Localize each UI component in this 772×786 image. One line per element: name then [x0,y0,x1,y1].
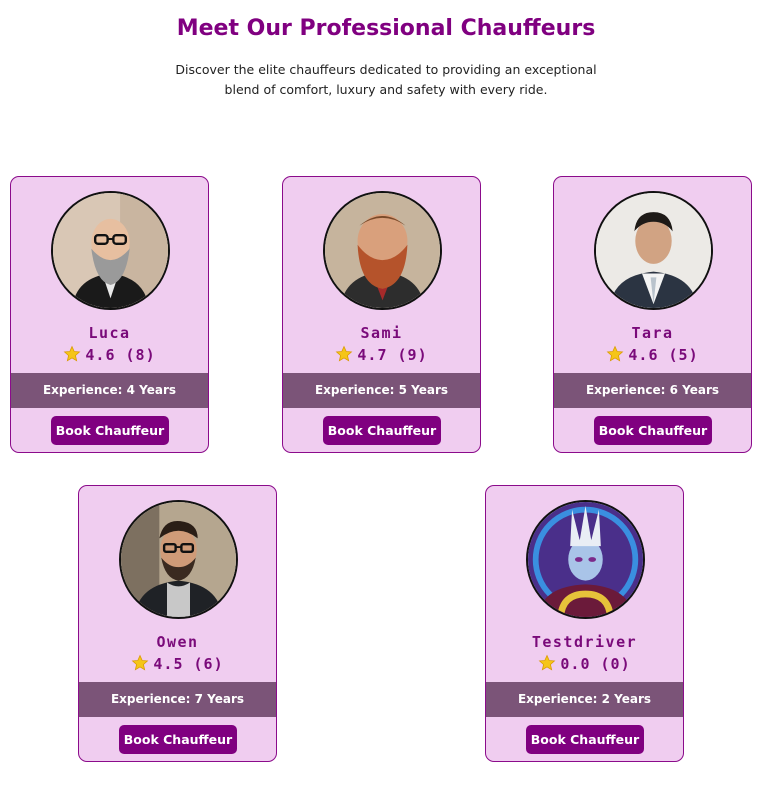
chauffeur-card: Owen 4.5 (6) Experience: 7 Years Book Ch… [78,485,277,762]
rating-value: 4.7 (9) [357,346,428,364]
chauffeur-card: Testdriver 0.0 (0) Experience: 2 Years B… [485,485,684,762]
star-icon [131,654,149,671]
chauffeur-name: Owen [156,633,199,651]
rating-value: 4.6 (5) [628,346,699,364]
page-title: Meet Our Professional Chauffeurs [176,16,596,41]
chauffeur-rating: 4.5 (6) [79,654,276,673]
chauffeur-rating: 4.7 (9) [283,345,480,364]
rating-value: 4.6 (8) [85,346,156,364]
chauffeur-avatar [51,191,170,310]
star-icon [63,345,81,362]
chauffeur-rating: 4.6 (8) [11,345,208,364]
book-chauffeur-button[interactable]: Book Chauffeur [119,725,237,754]
chauffeur-rating: 0.0 (0) [486,654,683,673]
chauffeur-card: Tara 4.6 (5) Experience: 6 Years Book Ch… [553,176,752,453]
page-subtitle: Discover the elite chauffeurs dedicated … [175,62,597,97]
rating-value: 4.5 (6) [153,655,224,673]
experience-label: Experience: 4 Years [11,373,208,408]
book-chauffeur-button[interactable]: Book Chauffeur [51,416,169,445]
star-icon [538,654,556,671]
chauffeur-card: Sami 4.7 (9) Experience: 5 Years Book Ch… [282,176,481,453]
chauffeur-avatar [594,191,713,310]
star-icon [606,345,624,362]
chauffeur-rating: 4.6 (5) [554,345,751,364]
rating-value: 0.0 (0) [560,655,631,673]
experience-label: Experience: 6 Years [554,373,751,408]
chauffeur-avatar [119,500,238,619]
chauffeur-avatar [526,500,645,619]
book-chauffeur-button[interactable]: Book Chauffeur [594,416,712,445]
book-chauffeur-button[interactable]: Book Chauffeur [526,725,644,754]
chauffeur-name: Tara [631,324,674,342]
chauffeur-name: Sami [360,324,403,342]
book-chauffeur-button[interactable]: Book Chauffeur [323,416,441,445]
star-icon [335,345,353,362]
experience-label: Experience: 7 Years [79,682,276,717]
experience-label: Experience: 2 Years [486,682,683,717]
chauffeur-card: Luca 4.6 (8) Experience: 4 Years Book Ch… [10,176,209,453]
chauffeur-name: Testdriver [531,633,638,651]
chauffeur-avatar [323,191,442,310]
experience-label: Experience: 5 Years [283,373,480,408]
chauffeur-name: Luca [88,324,131,342]
